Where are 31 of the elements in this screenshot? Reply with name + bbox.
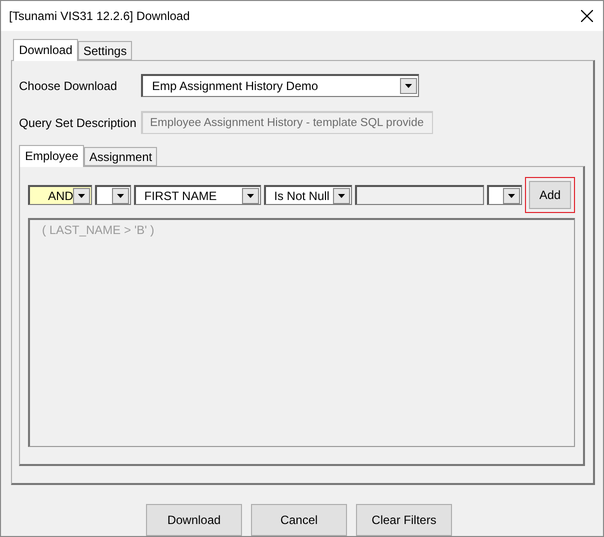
filter-text: ( LAST_NAME > 'B' ) <box>28 218 575 447</box>
close-icon[interactable] <box>581 10 593 22</box>
dialog-button[interactable]: Clear Filters <box>356 504 452 536</box>
dropdown[interactable]: AND <box>28 185 92 205</box>
dropdown[interactable] <box>487 185 522 205</box>
caret-icon <box>508 194 515 198</box>
caret-icon <box>247 194 254 198</box>
dialog-button[interactable]: Download <box>146 504 242 536</box>
dropdown-button[interactable] <box>400 78 417 94</box>
add-button[interactable]: Add <box>529 181 571 209</box>
dropdown[interactable]: FIRST NAME <box>134 185 262 205</box>
dropdown-button[interactable] <box>333 188 350 204</box>
dropdown-button[interactable] <box>503 188 520 204</box>
tab[interactable]: Download <box>13 39 78 61</box>
tab[interactable]: Employee <box>19 145 84 167</box>
dialog-button[interactable]: Cancel <box>251 504 347 536</box>
dropdown[interactable]: Is Not Null <box>264 185 352 205</box>
window-title: [Tsunami VIS31 12.2.6] Download <box>9 9 190 23</box>
caret-icon <box>338 194 346 198</box>
dropdown-button[interactable] <box>73 188 90 204</box>
caret-icon <box>78 194 86 198</box>
caret-icon <box>405 84 412 88</box>
tab[interactable]: Settings <box>78 41 132 60</box>
download-dropdown[interactable]: Emp Assignment History Demo <box>141 74 419 97</box>
dropdown-button[interactable] <box>112 188 130 204</box>
dropdown-button[interactable] <box>242 188 260 204</box>
caret-icon <box>117 194 124 198</box>
field-label: Choose Download <box>19 78 118 92</box>
dropdown[interactable] <box>95 185 132 205</box>
field-label: Query Set Description <box>19 116 138 130</box>
tab[interactable]: Assignment <box>84 147 158 166</box>
